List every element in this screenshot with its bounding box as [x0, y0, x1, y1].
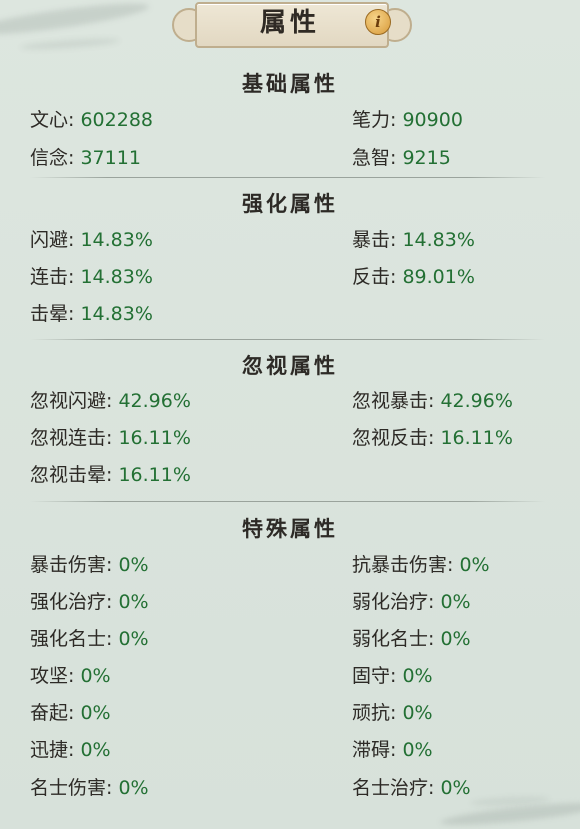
section-divider — [30, 501, 545, 502]
stat-item: 忽视反击: 16.11% — [352, 427, 513, 449]
stat-item: 文心: 602288 — [30, 109, 153, 131]
section-divider — [30, 177, 545, 178]
info-icon[interactable]: i — [365, 9, 391, 35]
stat-item: 攻坚: 0% — [30, 665, 111, 687]
stat-item: 迅捷: 0% — [30, 739, 111, 761]
stat-item: 滞碍: 0% — [352, 739, 433, 761]
stat-item: 闪避: 14.83% — [30, 229, 153, 251]
stat-item: 名士治疗: 0% — [352, 777, 471, 799]
stat-item: 笔力: 90900 — [352, 109, 463, 131]
stat-item: 忽视连击: 16.11% — [30, 427, 191, 449]
stat-item: 忽视击晕: 16.11% — [30, 464, 191, 486]
section-title-special: 特殊属性 — [242, 517, 338, 541]
panel-header: 属性 i — [0, 0, 580, 60]
page-title: 属性 — [259, 8, 320, 38]
stat-item: 急智: 9215 — [352, 147, 451, 169]
stat-item: 抗暴击伤害: 0% — [352, 554, 490, 576]
stat-item: 暴击伤害: 0% — [30, 554, 149, 576]
stat-item: 强化治疗: 0% — [30, 591, 149, 613]
section-title-basic: 基础属性 — [242, 72, 338, 96]
stat-item: 奋起: 0% — [30, 702, 111, 724]
stat-item: 击晕: 14.83% — [30, 303, 153, 325]
stat-item: 名士伤害: 0% — [30, 777, 149, 799]
stat-item: 连击: 14.83% — [30, 266, 153, 288]
section-title-enhanced: 强化属性 — [242, 192, 338, 216]
stat-item: 固守: 0% — [352, 665, 433, 687]
stat-item: 忽视闪避: 42.96% — [30, 390, 191, 412]
stat-item: 暴击: 14.83% — [352, 229, 475, 251]
stat-item: 强化名士: 0% — [30, 628, 149, 650]
section-divider — [30, 339, 545, 340]
stat-item: 弱化治疗: 0% — [352, 591, 471, 613]
section-title-ignore: 忽视属性 — [242, 354, 338, 378]
stat-item: 忽视暴击: 42.96% — [352, 390, 513, 412]
stat-item: 弱化名士: 0% — [352, 628, 471, 650]
stat-item: 反击: 89.01% — [352, 266, 475, 288]
stat-item: 信念: 37111 — [30, 147, 141, 169]
stat-item: 顽抗: 0% — [352, 702, 433, 724]
